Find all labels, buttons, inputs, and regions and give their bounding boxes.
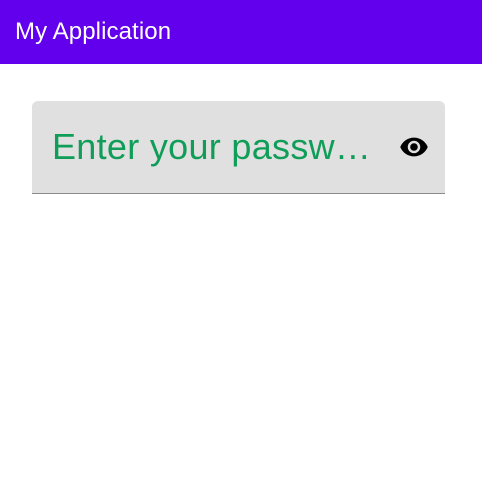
password-input[interactable]: Enter your passw… [52,126,377,168]
app-title: My Application [15,18,172,45]
password-field[interactable]: Enter your passw… [32,101,445,194]
app-bar: My Application [0,0,482,64]
visibility-icon [400,137,428,157]
password-visibility-toggle[interactable] [397,130,431,164]
